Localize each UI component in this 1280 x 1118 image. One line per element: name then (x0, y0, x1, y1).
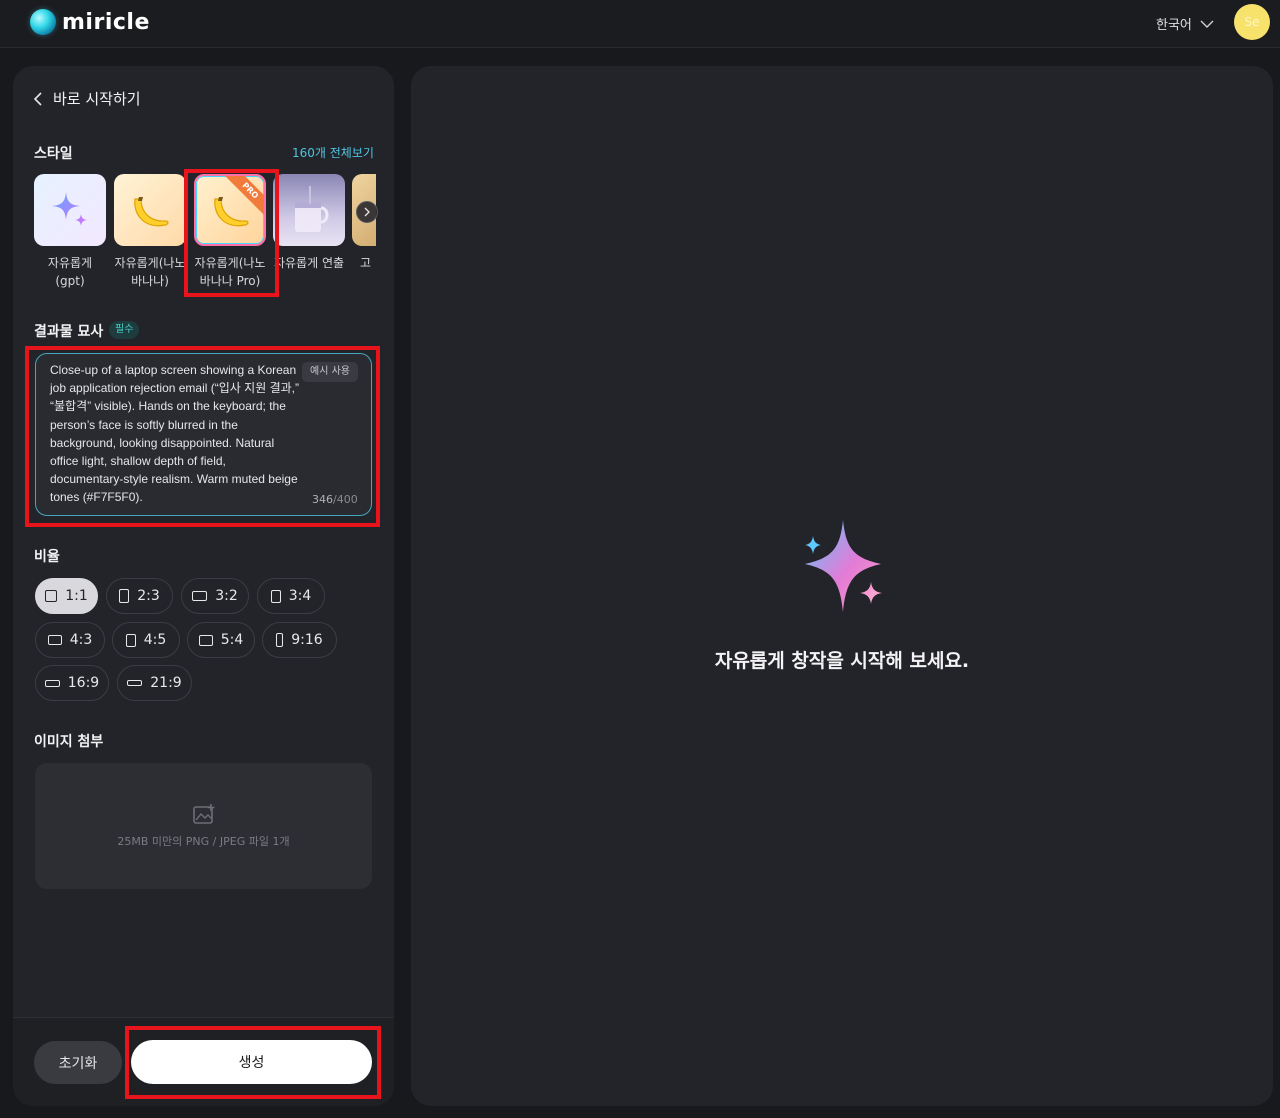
style-item-label: 자유롭게(나노 바나나) (114, 256, 186, 288)
chevron-left-icon (33, 91, 42, 106)
ratio-option-3-2[interactable]: 3:2 (181, 578, 249, 614)
ratio-option-21-9[interactable]: 21:9 (117, 665, 192, 701)
brand-name: miricle (62, 9, 150, 35)
description-textarea[interactable]: Close-up of a laptop screen showing a Ko… (35, 353, 372, 516)
style-item-label: 고 (360, 256, 372, 270)
ratio-option-1-1[interactable]: 1:1 (35, 578, 98, 614)
result-canvas: 자유롭게 창작을 시작해 보세요. (411, 66, 1273, 1106)
character-counter: 346/400 (312, 493, 358, 506)
style-item-free-nano-banana-pro[interactable]: PRO 자유롭게(나노 바나나 Pro) (193, 174, 267, 290)
panel-footer: 초기화 생성 (13, 1017, 394, 1106)
ratio-option-4-3[interactable]: 4:3 (35, 622, 105, 658)
cup-photo-icon (295, 186, 329, 232)
ratio-label: 2:3 (137, 588, 160, 604)
ratio-label: 9:16 (291, 632, 323, 648)
description-text[interactable]: Close-up of a laptop screen showing a Ko… (50, 361, 300, 507)
portrait-ratio-icon (270, 589, 281, 603)
style-item-label: 자유롭게 (gpt) (47, 256, 93, 288)
style-thumbnail (114, 174, 186, 246)
add-image-icon (193, 804, 215, 824)
reset-button[interactable]: 초기화 (34, 1041, 122, 1084)
ratio-label: 3:4 (288, 588, 312, 604)
see-all-styles-link[interactable]: 160개 전체보기 (292, 144, 374, 161)
generate-button[interactable]: 생성 (131, 1040, 372, 1084)
style-thumbnail-selected: PRO (194, 174, 266, 246)
description-section-label: 결과물 묘사 (34, 324, 104, 340)
ratio-section-label: 비율 (34, 549, 60, 565)
style-item-free-direction[interactable]: 자유롭게 연출 (272, 174, 346, 272)
character-max: /400 (333, 493, 358, 506)
ratio-label: 21:9 (150, 675, 182, 691)
avatar[interactable]: Se (1234, 4, 1270, 40)
upload-hint: 25MB 미만의 PNG / JPEG 파일 1개 (117, 835, 290, 848)
settings-panel: 바로 시작하기 스타일 160개 전체보기 자유롭게 (gpt) 자유롭게(나노… (13, 66, 394, 1106)
ratio-label: 16:9 (67, 675, 100, 691)
ratio-option-3-4[interactable]: 3:4 (257, 578, 325, 614)
language-label: 한국어 (1156, 18, 1192, 33)
style-item-free-gpt[interactable]: 자유롭게 (gpt) (33, 174, 107, 290)
attachment-section-label: 이미지 첨부 (34, 734, 104, 750)
language-selector[interactable]: 한국어 (1156, 14, 1214, 33)
square-ratio-icon (45, 590, 58, 602)
ultrawide-ratio-icon (127, 680, 143, 686)
style-item-free-nano-banana[interactable]: 자유롭게(나노 바나나) (113, 174, 187, 290)
styles-next-button[interactable] (356, 201, 378, 223)
ratio-label: 1:1 (65, 588, 88, 604)
landscape-ratio-icon (198, 634, 213, 646)
landscape-ratio-icon (47, 635, 62, 645)
brand-logo[interactable]: miricle (30, 9, 150, 35)
landscape-ratio-icon (192, 591, 208, 601)
style-thumbnail (34, 174, 106, 246)
portrait-ratio-icon (119, 589, 130, 603)
required-badge: 필수 (109, 321, 140, 339)
tall-ratio-icon (276, 633, 284, 647)
ratio-label: 5:4 (220, 632, 244, 648)
chevron-right-icon (364, 207, 370, 217)
logo-orb-icon (30, 9, 56, 35)
ratio-option-5-4[interactable]: 5:4 (187, 622, 255, 658)
style-item-partial[interactable]: 고 (352, 174, 376, 272)
sparkle-icon (52, 192, 87, 226)
chevron-down-icon (1200, 20, 1214, 28)
empty-state-message: 자유롭게 창작을 시작해 보세요. (714, 650, 970, 672)
style-item-label: 자유롭게 연출 (273, 256, 345, 270)
use-example-button[interactable]: 예시 사용 (302, 362, 358, 382)
wide-ratio-icon (44, 679, 60, 687)
sparkle-icon (805, 520, 882, 612)
style-section-label: 스타일 (34, 146, 73, 162)
ratio-option-16-9[interactable]: 16:9 (35, 665, 109, 701)
image-upload-dropzone[interactable]: 25MB 미만의 PNG / JPEG 파일 1개 (35, 763, 372, 889)
panel-title: 바로 시작하기 (53, 90, 141, 108)
ratio-label: 3:2 (215, 588, 238, 604)
style-thumbnail (273, 174, 345, 246)
style-item-label: 자유롭게(나노 바나나 Pro) (194, 256, 266, 288)
top-bar: miricle 한국어 Se (0, 0, 1280, 48)
banana-icon (134, 197, 169, 227)
ratio-option-9-16[interactable]: 9:16 (262, 622, 337, 658)
portrait-ratio-icon (125, 633, 136, 647)
character-count: 346 (312, 493, 333, 506)
ratio-label: 4:3 (69, 632, 93, 648)
ratio-option-4-5[interactable]: 4:5 (112, 622, 180, 658)
back-button[interactable]: 바로 시작하기 (33, 88, 141, 109)
ratio-label: 4:5 (143, 632, 167, 648)
ratio-option-2-3[interactable]: 2:3 (106, 578, 173, 614)
